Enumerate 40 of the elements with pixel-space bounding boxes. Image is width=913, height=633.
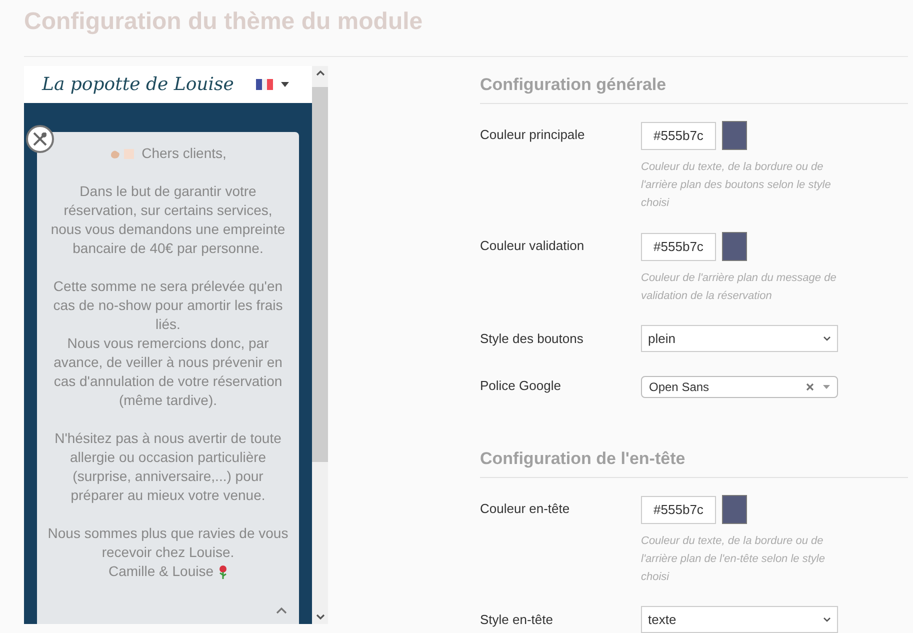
field-label: Style des boutons: [480, 330, 584, 348]
color-swatch[interactable]: [722, 232, 747, 261]
font-combobox[interactable]: Open Sans: [641, 376, 838, 398]
field-label: Couleur en-tête: [480, 500, 571, 518]
greeting-text: Chers clients,: [142, 144, 226, 163]
field-label: Style en-tête: [480, 611, 554, 629]
scrollbar-thumb[interactable]: [312, 87, 328, 462]
scroll-up-icon[interactable]: [316, 70, 324, 76]
color-input[interactable]: #555b7c: [641, 122, 716, 150]
section-heading: Configuration générale: [480, 74, 666, 96]
section-heading: Configuration de l'en-tête: [480, 448, 686, 470]
message-paragraph: N'hésitez pas à nous avertir de toute allergie ou occasion particulière (surprise, anniversaire,...) pour préparer au mieux votre venue.: [54, 429, 282, 505]
chevron-up-icon: [276, 606, 286, 614]
help-text: Couleur du texte, de la bordure ou de l'arrière plan des boutons selon le style choisi: [641, 160, 832, 211]
signature-text: Camille & Louise: [108, 562, 214, 581]
chevron-down-icon: [823, 336, 831, 341]
clear-icon[interactable]: [806, 383, 814, 391]
help-text: Couleur du texte, de la bordure ou de l'arrière plan de l'en-tête selon le style choisi: [641, 534, 826, 585]
field-label: Police Google: [480, 377, 562, 395]
select-dropdown[interactable]: plein: [641, 325, 838, 352]
field-label: Couleur principale: [480, 126, 586, 144]
scroll-down-icon[interactable]: [316, 614, 324, 620]
field-label: Couleur validation: [480, 237, 586, 255]
flag-icon: [256, 79, 273, 90]
help-text: Couleur de l'arrière plan du message de validation de la réservation: [641, 271, 838, 304]
logo: La popotte de Louise: [42, 73, 234, 97]
select-dropdown[interactable]: texte: [641, 606, 838, 633]
chevron-down-icon: [823, 617, 831, 622]
message-paragraph: Cette somme ne sera prélevée qu'en cas de no-show pour amortir les frais liés. Nous vous remercions donc, par avance, de veiller à nous prévenir en cas d'annulation de votre réservation (même tardive).: [52, 277, 284, 410]
color-swatch[interactable]: [722, 121, 747, 150]
message-paragraph: Nous sommes plus que ravies de vous recevoir chez Louise.: [47, 524, 289, 562]
color-swatch[interactable]: [722, 495, 747, 524]
color-input[interactable]: #555b7c: [641, 232, 716, 260]
caret-icon: [823, 385, 830, 389]
rose-icon: [218, 564, 228, 578]
scrollbar[interactable]: [312, 66, 328, 624]
message-paragraph: Dans le but de garantir votre réservation, sur certains services, nous vous demandons une empreinte bancaire de 40€ par personne.: [50, 182, 286, 258]
color-input[interactable]: #555b7c: [641, 496, 716, 524]
caret-icon: [280, 82, 289, 87]
utensils-icon: [32, 131, 48, 147]
